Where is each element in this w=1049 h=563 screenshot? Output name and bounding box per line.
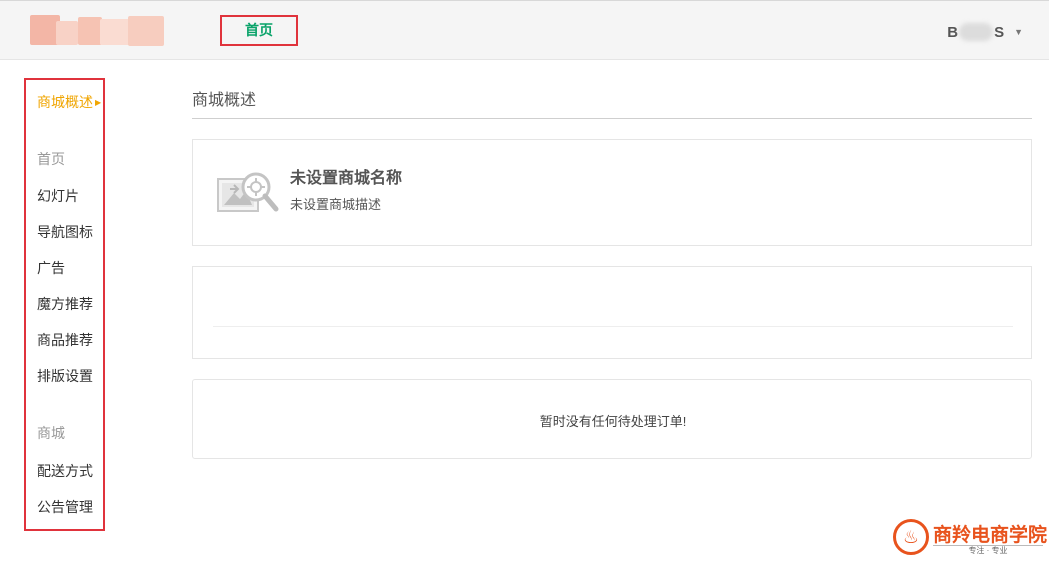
- username-start: B: [947, 23, 959, 41]
- store-name: 未设置商城名称: [290, 170, 403, 187]
- sidebar-item-label: 商城概述: [37, 94, 93, 110]
- top-navbar: 首页 B S ▼: [0, 0, 1049, 60]
- username-end: S: [994, 23, 1005, 41]
- sidebar-item-announcements[interactable]: 公告管理: [37, 497, 93, 517]
- sidebar-group-home: 首页: [37, 151, 65, 167]
- caret-right-icon: ▶: [95, 98, 102, 107]
- stats-card: [192, 266, 1032, 359]
- sidebar-item-product-recommend[interactable]: 商品推荐: [37, 330, 93, 350]
- nav-home-tab[interactable]: 首页: [220, 15, 298, 46]
- sidebar-item-overview[interactable]: 商城概述 ▶: [37, 92, 101, 112]
- watermark-logo: ♨ 商羚电商学院 专注 · 专业: [893, 519, 1048, 557]
- watermark-text: 商羚电商学院: [933, 524, 1048, 546]
- user-menu[interactable]: B S ▼: [947, 21, 1023, 43]
- title-divider: [192, 118, 1032, 119]
- caret-down-icon[interactable]: ▼: [1014, 27, 1023, 37]
- stats-divider: [213, 326, 1013, 327]
- watermark-subtext: 专注 · 专业: [933, 545, 1043, 556]
- sidebar: 商城概述 ▶ 首页 幻灯片 导航图标 广告 魔方推荐 商品推荐 排版设置 商城 配…: [24, 78, 105, 531]
- sidebar-item-ads[interactable]: 广告: [37, 258, 65, 278]
- watermark-emblem-icon: ♨: [893, 519, 929, 555]
- sidebar-item-cube-recommend[interactable]: 魔方推荐: [37, 294, 93, 314]
- username-redacted: [959, 23, 994, 41]
- page-title: 商城概述: [192, 92, 257, 109]
- image-search-icon: [216, 169, 280, 217]
- empty-orders-message: 暂时没有任何待处理订单!: [539, 414, 687, 429]
- sidebar-group-store: 商城: [37, 425, 65, 441]
- store-description: 未设置商城描述: [290, 197, 382, 212]
- pending-orders-card: 暂时没有任何待处理订单!: [192, 379, 1032, 459]
- sidebar-item-slideshow[interactable]: 幻灯片: [37, 186, 79, 206]
- logo[interactable]: [30, 13, 166, 49]
- store-info-card: 未设置商城名称 未设置商城描述: [192, 139, 1032, 246]
- sidebar-item-nav-icons[interactable]: 导航图标: [37, 222, 93, 242]
- sidebar-item-layout-settings[interactable]: 排版设置: [37, 366, 93, 386]
- sidebar-item-shipping[interactable]: 配送方式: [37, 461, 93, 481]
